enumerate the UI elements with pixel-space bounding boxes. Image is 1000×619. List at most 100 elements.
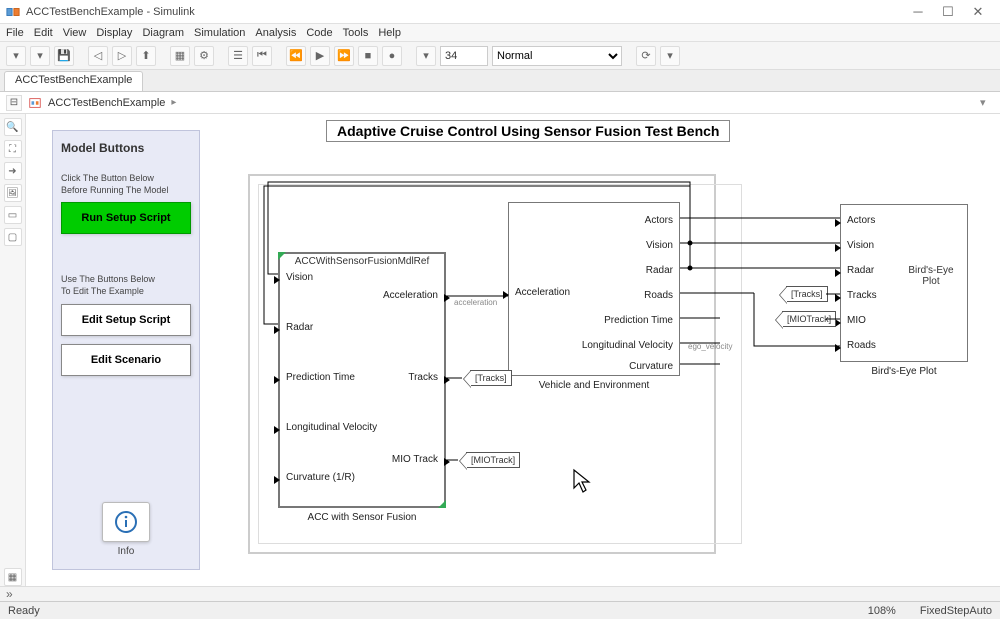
outport-arrow-icon	[444, 376, 450, 384]
signal-acceleration-label: acceleration	[454, 298, 497, 307]
menu-file[interactable]: File	[6, 27, 24, 39]
run-setup-script-button[interactable]: Run Setup Script	[61, 202, 191, 234]
area-tool[interactable]: ▭	[4, 206, 22, 224]
inport-arrow-icon	[274, 476, 280, 484]
panel-hint2: Use The Buttons Below To Edit The Exampl…	[61, 274, 191, 297]
maximize-button[interactable]: ☐	[942, 6, 954, 18]
inport-arrow-icon	[835, 244, 841, 252]
menu-diagram[interactable]: Diagram	[142, 27, 184, 39]
model-icon	[28, 96, 42, 110]
inport-arrow-icon	[503, 291, 509, 299]
outport-acceleration: Acceleration	[383, 290, 438, 301]
menu-tools[interactable]: Tools	[343, 27, 369, 39]
edit-scenario-button[interactable]: Edit Scenario	[61, 344, 191, 376]
new-button[interactable]: ▾	[6, 46, 26, 66]
library-button[interactable]: ▦	[170, 46, 190, 66]
status-bar: Ready 108% FixedStepAuto	[0, 601, 1000, 619]
acc-block-label: ACC with Sensor Fusion	[278, 512, 446, 523]
simulink-icon	[6, 5, 20, 19]
record-button[interactable]: ●	[382, 46, 402, 66]
minimize-button[interactable]: ─	[912, 6, 924, 18]
menu-simulation[interactable]: Simulation	[194, 27, 245, 39]
vehicle-env-block-label: Vehicle and Environment	[508, 380, 680, 391]
menu-help[interactable]: Help	[378, 27, 401, 39]
outport-radar: Radar	[646, 265, 673, 276]
birds-eye-plot-label: Bird's-Eye Plot	[840, 366, 968, 377]
menu-edit[interactable]: Edit	[34, 27, 53, 39]
inport-prediction-time: Prediction Time	[286, 372, 355, 383]
viewmark-tool[interactable]: ▢	[4, 228, 22, 246]
forward-button[interactable]: ▷	[112, 46, 132, 66]
diagram-canvas[interactable]: Model Buttons Click The Button Below Bef…	[26, 114, 1000, 586]
show-tool[interactable]: ▦	[4, 568, 22, 586]
separator	[626, 46, 632, 66]
diagram-title: Adaptive Cruise Control Using Sensor Fus…	[326, 120, 730, 142]
tab-main[interactable]: ACCTestBenchExample	[4, 71, 143, 91]
breadcrumb-root[interactable]: ACCTestBenchExample	[48, 97, 165, 109]
goto-tracks-tag[interactable]: [Tracks]	[470, 370, 512, 386]
goto-miotrack-tag[interactable]: [MIOTrack]	[466, 452, 520, 468]
inport-radar: Radar	[286, 322, 313, 333]
vehicle-and-environment-block[interactable]: Acceleration Actors Vision Radar Roads P…	[508, 202, 680, 376]
simulation-mode-select[interactable]: Normal	[492, 46, 622, 66]
menu-analysis[interactable]: Analysis	[255, 27, 296, 39]
build-button[interactable]: ⟳	[636, 46, 656, 66]
up-button[interactable]: ⬆	[136, 46, 156, 66]
outport-mio-track: MIO Track	[392, 454, 438, 465]
outport-longitudinal-velocity: Longitudinal Velocity	[582, 340, 673, 351]
separator	[276, 46, 282, 66]
deploy-button[interactable]: ▾	[660, 46, 680, 66]
fit-tool[interactable]: ⛶	[4, 140, 22, 158]
annotation-tool[interactable]: ➜	[4, 162, 22, 180]
breadcrumb-dropdown[interactable]: ▾	[980, 96, 994, 110]
menu-display[interactable]: Display	[96, 27, 132, 39]
window-title: ACCTestBenchExample - Simulink	[26, 6, 912, 18]
step-forward-button[interactable]: ⏩	[334, 46, 354, 66]
fast-restart-button[interactable]: ▾	[416, 46, 436, 66]
info-icon	[102, 502, 150, 542]
inport-arrow-icon	[835, 344, 841, 352]
inport-arrow-icon	[274, 326, 280, 334]
edit-setup-script-button[interactable]: Edit Setup Script	[61, 304, 191, 336]
info-block[interactable]: Info	[102, 502, 150, 557]
from-miotrack-tag[interactable]: [MIOTrack]	[782, 311, 836, 327]
acc-with-sensor-fusion-block[interactable]: ACCWithSensorFusionMdlRef Vision Radar P…	[278, 252, 446, 508]
model-browser-toggle[interactable]: ⊟	[6, 95, 22, 111]
outport-prediction-time: Prediction Time	[604, 315, 673, 326]
outport-actors: Actors	[645, 215, 673, 226]
stop-button[interactable]: ■	[358, 46, 378, 66]
status-ready: Ready	[8, 605, 40, 617]
status-solver[interactable]: FixedStepAuto	[920, 605, 992, 617]
step-back-button2[interactable]: ⏪	[286, 46, 306, 66]
outport-arrow-icon	[444, 294, 450, 302]
image-tool[interactable]: 🖼	[4, 184, 22, 202]
inport-vision: Vision	[286, 272, 313, 283]
breadcrumb-bar: ⊟ ACCTestBenchExample ▸ ▾	[0, 92, 1000, 114]
open-button[interactable]: ▾	[30, 46, 50, 66]
back-button[interactable]: ◁	[88, 46, 108, 66]
outport-roads: Roads	[644, 290, 673, 301]
separator	[218, 46, 224, 66]
menu-view[interactable]: View	[63, 27, 87, 39]
save-button[interactable]: 💾	[54, 46, 74, 66]
model-config-button[interactable]: ⚙	[194, 46, 214, 66]
outport-arrow-icon	[444, 458, 450, 466]
explorer-button[interactable]: ☰	[228, 46, 248, 66]
menu-bar: File Edit View Display Diagram Simulatio…	[0, 24, 1000, 42]
birds-eye-plot-block[interactable]: Actors Vision Radar Tracks MIO Roads Bir…	[840, 204, 968, 362]
inport-tracks: Tracks	[847, 290, 877, 301]
modelref-corner-icon	[278, 252, 286, 260]
stop-time-field[interactable]: 34	[440, 46, 488, 66]
inport-arrow-icon	[835, 269, 841, 277]
close-button[interactable]: ✕	[972, 6, 984, 18]
step-back-button[interactable]: ⏮	[252, 46, 272, 66]
status-zoom[interactable]: 108%	[868, 605, 896, 617]
model-buttons-panel: Model Buttons Click The Button Below Bef…	[52, 130, 200, 570]
main-area: 🔍 ⛶ ➜ 🖼 ▭ ▢ ▦ Model Buttons Click The Bu…	[0, 114, 1000, 586]
run-button[interactable]: ▶	[310, 46, 330, 66]
menu-code[interactable]: Code	[306, 27, 332, 39]
zoom-tool[interactable]: 🔍	[4, 118, 22, 136]
separator	[160, 46, 166, 66]
from-tracks-tag[interactable]: [Tracks]	[786, 286, 828, 302]
inport-acceleration: Acceleration	[515, 287, 570, 298]
